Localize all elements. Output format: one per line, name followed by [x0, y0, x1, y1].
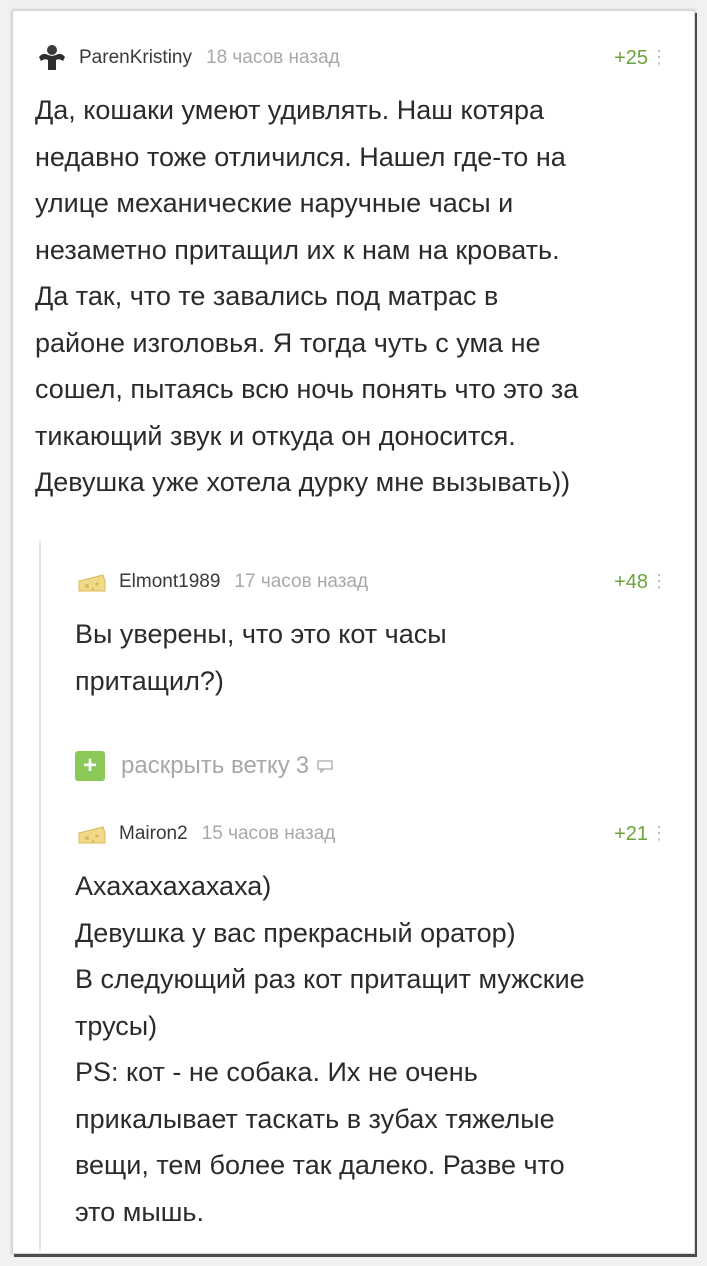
thread-line[interactable] [39, 541, 41, 1251]
comment-author[interactable]: ParenKristiny [79, 47, 192, 69]
more-vertical-icon[interactable]: ⋮ [650, 572, 668, 590]
plus-icon[interactable]: + [75, 751, 105, 781]
comment-header: Mairon2 15 часов назад [75, 819, 335, 849]
expand-thread-count[interactable]: 3 [296, 752, 309, 780]
comment-time[interactable]: 18 часов назад [206, 47, 340, 69]
more-vertical-icon[interactable]: ⋮ [650, 48, 668, 66]
bodybuilder-avatar-icon[interactable] [35, 43, 69, 73]
cheese-avatar-icon[interactable] [75, 819, 109, 849]
comment-rating: +48 [614, 571, 648, 593]
more-vertical-icon[interactable]: ⋮ [650, 824, 668, 842]
expand-thread-button[interactable]: + раскрыть ветку 3 [75, 751, 333, 781]
comment-rating: +25 [614, 47, 648, 69]
comment-time[interactable]: 17 часов назад [234, 571, 368, 593]
comment-time[interactable]: 15 часов назад [202, 823, 336, 845]
comment-thread-card: ParenKristiny 18 часов назад +25 ⋮ Да, к… [12, 10, 695, 1254]
comment-header: ParenKristiny 18 часов назад [35, 43, 340, 73]
comment-header: Elmont1989 17 часов назад [75, 567, 368, 597]
chat-bubble-icon [317, 759, 333, 774]
comment-rating: +21 [614, 823, 648, 845]
comment-text: Да, кошаки умеют удивлять. Наш котяра не… [35, 95, 579, 497]
comment-author[interactable]: Mairon2 [119, 823, 188, 845]
comment-text: Вы уверены, что это кот часы притащил?) [75, 619, 447, 696]
comment-author[interactable]: Elmont1989 [119, 571, 220, 593]
expand-thread-label[interactable]: раскрыть ветку [121, 752, 290, 780]
comment-text: Ахахахахахаха) Девушка у вас прекрасный … [75, 871, 585, 1227]
cheese-avatar-icon[interactable] [75, 567, 109, 597]
